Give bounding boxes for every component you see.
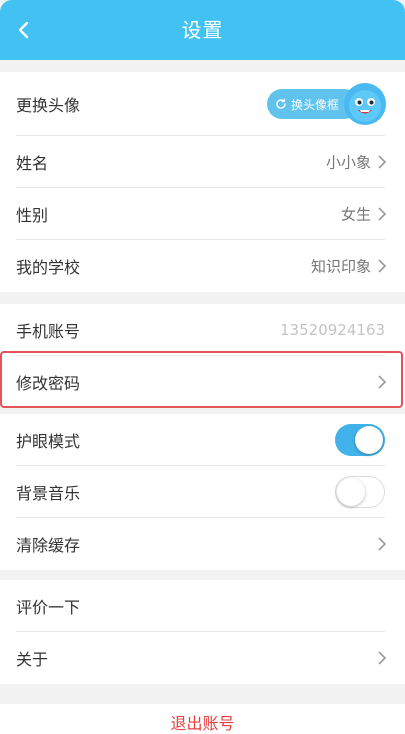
change-avatar-label: 更换头像: [16, 96, 81, 115]
background-music-toggle[interactable]: [335, 476, 385, 508]
phone-value: 13520924163: [280, 321, 385, 339]
chevron-right-icon: [378, 537, 387, 551]
avatar[interactable]: [343, 82, 387, 126]
about-row[interactable]: 关于: [0, 632, 405, 684]
name-value: 小小象: [325, 153, 371, 172]
chevron-right-icon: [378, 155, 387, 169]
toggle-knob: [336, 477, 365, 506]
header-bar: 设置: [0, 0, 405, 60]
school-value: 知识印象: [310, 257, 371, 276]
school-row[interactable]: 我的学校 知识印象: [0, 240, 405, 292]
refresh-icon: [276, 98, 286, 109]
gender-value: 女生: [340, 205, 371, 224]
change-password-label: 修改密码: [16, 374, 81, 393]
school-label: 我的学校: [16, 258, 81, 277]
rate-label: 评价一下: [16, 598, 81, 617]
change-password-row[interactable]: 修改密码: [0, 356, 405, 408]
background-music-row: 背景音乐: [0, 466, 405, 518]
change-avatar-row[interactable]: 更换头像 换头像框: [0, 72, 405, 136]
account-group: 手机账号 13520924163 修改密码: [0, 304, 405, 408]
toggle-knob: [355, 426, 383, 454]
chevron-right-icon: [378, 651, 387, 665]
misc-group: 评价一下 关于: [0, 580, 405, 684]
page-title: 设置: [181, 18, 224, 42]
logout-label: 退出账号: [170, 714, 235, 733]
change-avatar-frame-label: 换头像框: [290, 97, 339, 112]
chevron-right-icon: [378, 259, 387, 273]
phone-row: 手机账号 13520924163: [0, 304, 405, 356]
name-row[interactable]: 姓名 小小象: [0, 136, 405, 188]
name-label: 姓名: [16, 154, 49, 173]
gender-row[interactable]: 性别 女生: [0, 188, 405, 240]
rate-row[interactable]: 评价一下: [0, 580, 405, 632]
logout-button[interactable]: 退出账号: [0, 704, 405, 734]
chevron-right-icon: [378, 207, 387, 221]
preferences-group: 护眼模式 背景音乐 清除缓存: [0, 414, 405, 570]
background-music-label: 背景音乐: [16, 484, 81, 503]
about-label: 关于: [16, 650, 49, 669]
eye-mode-row: 护眼模式: [0, 414, 405, 466]
eye-mode-toggle[interactable]: [335, 424, 385, 456]
eye-mode-label: 护眼模式: [16, 432, 81, 451]
profile-group: 更换头像 换头像框 姓名 小小象 性别 女生 我的学校 知识印象: [0, 72, 405, 292]
gender-label: 性别: [16, 206, 49, 225]
phone-label: 手机账号: [16, 322, 81, 341]
clear-cache-label: 清除缓存: [16, 536, 81, 555]
clear-cache-row[interactable]: 清除缓存: [0, 518, 405, 570]
chevron-right-icon: [378, 375, 387, 389]
